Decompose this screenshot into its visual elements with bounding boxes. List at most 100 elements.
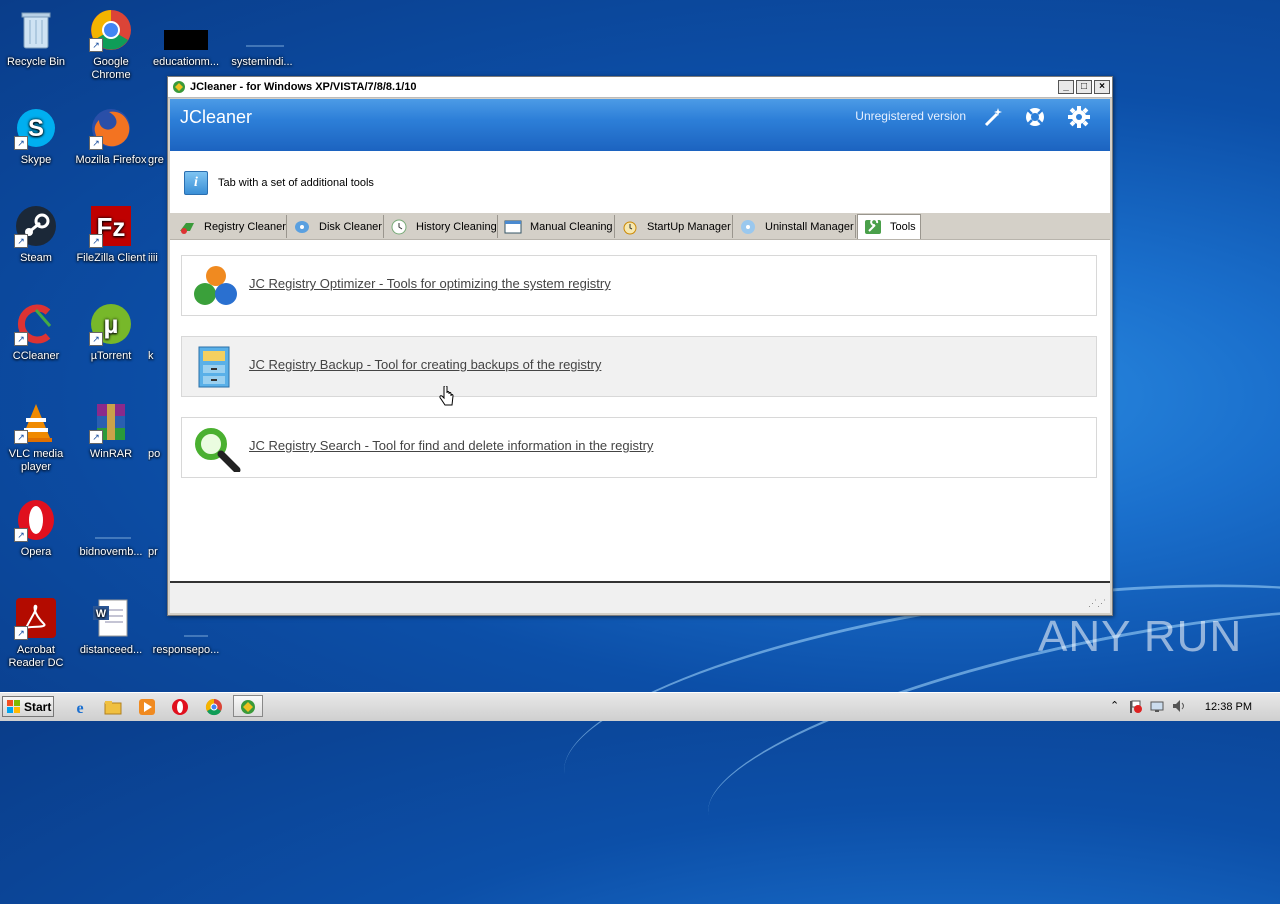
resize-grip-icon[interactable]: ⋰⋰ — [1088, 598, 1106, 609]
title-bar[interactable]: JCleaner - for Windows XP/VISTA/7/8/8.1/… — [168, 77, 1112, 98]
tab-label: Disk Cleaner — [319, 220, 382, 233]
tool-row-registry-backup[interactable]: JC Registry Backup - Tool for creating b… — [181, 336, 1097, 397]
action-center-flag-icon[interactable] — [1128, 699, 1142, 716]
colored-balls-icon — [191, 262, 241, 310]
registry-cleaner-icon — [178, 219, 196, 235]
desktop-icon-label: Steam — [20, 252, 52, 264]
tab-tools[interactable]: Tools — [857, 214, 921, 239]
jcleaner-window: JCleaner - for Windows XP/VISTA/7/8/8.1/… — [167, 76, 1113, 616]
ccleaner-icon: ↗ — [14, 302, 58, 346]
magnifier-icon — [191, 424, 241, 474]
desktop-icon-partial[interactable]: iiii — [148, 204, 168, 265]
tab-label: StartUp Manager — [647, 220, 731, 233]
desktop-icon-partial[interactable]: pr — [148, 498, 168, 559]
tool-row-registry-search[interactable]: JC Registry Search - Tool for find and d… — [181, 417, 1097, 478]
system-tray: ⌃ 12:38 PM — [1110, 693, 1280, 721]
opera-icon: ↗ — [14, 498, 58, 542]
shortcut-arrow-icon: ↗ — [14, 332, 28, 346]
desktop-icon-steam[interactable]: ↗ Steam — [0, 204, 74, 265]
lifebuoy-icon[interactable] — [1024, 106, 1046, 128]
uninstall-disc-icon — [739, 219, 757, 235]
maximize-button[interactable]: □ — [1076, 80, 1092, 94]
desktop-icon-label: Recycle Bin — [6, 56, 66, 68]
tab-manual-cleaning[interactable]: Manual Cleaning — [498, 215, 615, 238]
registry-optimizer-link[interactable]: JC Registry Optimizer - Tools for optimi… — [249, 276, 611, 291]
desktop-icon-filezilla[interactable]: Fz ↗ FileZilla Client — [73, 204, 149, 265]
skype-icon: S ↗ — [14, 106, 58, 150]
jcleaner-taskbar-button[interactable] — [233, 695, 263, 717]
desktop-icon-label: bidnovemb... — [79, 546, 143, 558]
desktop-icon-acrobat[interactable]: ↗ Acrobat Reader DC — [0, 596, 74, 670]
desktop-icon-label: µTorrent — [90, 350, 132, 362]
desktop-icon-chrome[interactable]: ↗ Google Chrome — [73, 8, 149, 82]
desktop-icon-label: systemindi... — [231, 56, 293, 68]
desktop-icon-opera[interactable]: ↗ Opera — [0, 498, 74, 559]
registry-backup-link[interactable]: JC Registry Backup - Tool for creating b… — [249, 357, 601, 372]
desktop-icon-recycle-bin[interactable]: Recycle Bin — [0, 8, 74, 69]
info-text: Tab with a set of additional tools — [218, 177, 374, 189]
tab-registry-cleaner[interactable]: Registry Cleaner — [172, 215, 287, 238]
settings-gear-icon[interactable] — [1068, 106, 1090, 128]
registry-search-link[interactable]: JC Registry Search - Tool for find and d… — [249, 438, 653, 453]
tab-label: Uninstall Manager — [765, 220, 854, 233]
tab-uninstall-manager[interactable]: Uninstall Manager — [733, 215, 856, 238]
black-file-icon — [164, 8, 208, 52]
volume-icon[interactable] — [1172, 699, 1186, 716]
tool-row-registry-optimizer[interactable]: JC Registry Optimizer - Tools for optimi… — [181, 255, 1097, 316]
magic-wand-icon[interactable] — [982, 106, 1004, 128]
show-hidden-icons-icon[interactable]: ⌃ — [1110, 699, 1119, 712]
partial-icon — [148, 498, 168, 542]
desktop-icon-partial[interactable]: k — [148, 302, 168, 363]
desktop-icon-winrar[interactable]: ↗ WinRAR — [73, 400, 149, 461]
explorer-folder-icon[interactable] — [104, 698, 122, 716]
chrome-icon[interactable] — [205, 698, 223, 716]
desktop-icon-label: po — [148, 448, 161, 460]
desktop-icon-utorrent[interactable]: µ ↗ µTorrent — [73, 302, 149, 363]
desktop-icon-label: Skype — [20, 154, 52, 166]
filezilla-icon: Fz ↗ — [89, 204, 133, 248]
partial-icon — [148, 400, 168, 444]
opera-icon[interactable] — [171, 698, 189, 716]
shortcut-arrow-icon: ↗ — [14, 528, 28, 542]
info-icon: i — [184, 171, 208, 195]
app-name: JCleaner — [180, 107, 253, 127]
media-player-icon[interactable] — [138, 698, 156, 716]
desktop-icon-vlc[interactable]: ↗ VLC media player — [0, 400, 74, 474]
start-label: Start — [24, 699, 52, 714]
app-header: JCleaner Unregistered version — [170, 99, 1110, 151]
tab-bar: Registry Cleaner Disk Cleaner History Cl… — [170, 213, 1110, 240]
desktop-icon-partial[interactable]: po — [148, 400, 168, 461]
status-bar: ⋰⋰ — [170, 583, 1110, 613]
filing-cabinet-icon — [191, 343, 241, 391]
partial-icon — [148, 106, 168, 150]
desktop-icon-educationm[interactable]: educationm... — [148, 8, 224, 69]
acrobat-reader-icon: ↗ — [14, 596, 58, 640]
desktop-icon-ccleaner[interactable]: ↗ CCleaner — [0, 302, 74, 363]
desktop-icon-label: VLC media player — [8, 448, 64, 473]
start-button[interactable]: Start — [2, 696, 54, 717]
desktop-icon-partial[interactable]: gre — [148, 106, 168, 167]
minimize-button[interactable]: _ — [1058, 80, 1074, 94]
desktop-icon-skype[interactable]: S ↗ Skype — [0, 106, 74, 167]
tab-label: Tools — [890, 221, 916, 233]
tab-disk-cleaner[interactable]: Disk Cleaner — [287, 215, 384, 238]
registration-status[interactable]: Unregistered version — [855, 109, 966, 123]
desktop-icon-label: distanceed... — [79, 644, 143, 656]
desktop-icon-label: iiii — [148, 252, 158, 264]
clock[interactable]: 12:38 PM — [1205, 701, 1252, 713]
tab-label: Registry Cleaner — [204, 220, 286, 233]
desktop-icon-bidnovemb[interactable]: bidnovemb... — [73, 498, 149, 559]
disk-cleaner-icon — [293, 219, 311, 235]
tab-startup-manager[interactable]: StartUp Manager — [615, 215, 733, 238]
tab-history-cleaning[interactable]: History Cleaning — [384, 215, 498, 238]
desktop-icon-systemindi[interactable]: systemindi... — [224, 8, 300, 69]
ie-icon[interactable]: e — [71, 698, 89, 717]
desktop-icon-firefox[interactable]: ↗ Mozilla Firefox — [73, 106, 149, 167]
desktop-icon-label: educationm... — [152, 56, 220, 68]
chrome-icon: ↗ — [89, 8, 133, 52]
tab-label: History Cleaning — [416, 220, 497, 233]
svg-text:e: e — [76, 700, 83, 716]
desktop-icon-distanceed[interactable]: W distanceed... — [73, 596, 149, 657]
network-icon[interactable] — [1150, 699, 1164, 716]
close-button[interactable]: × — [1094, 80, 1110, 94]
